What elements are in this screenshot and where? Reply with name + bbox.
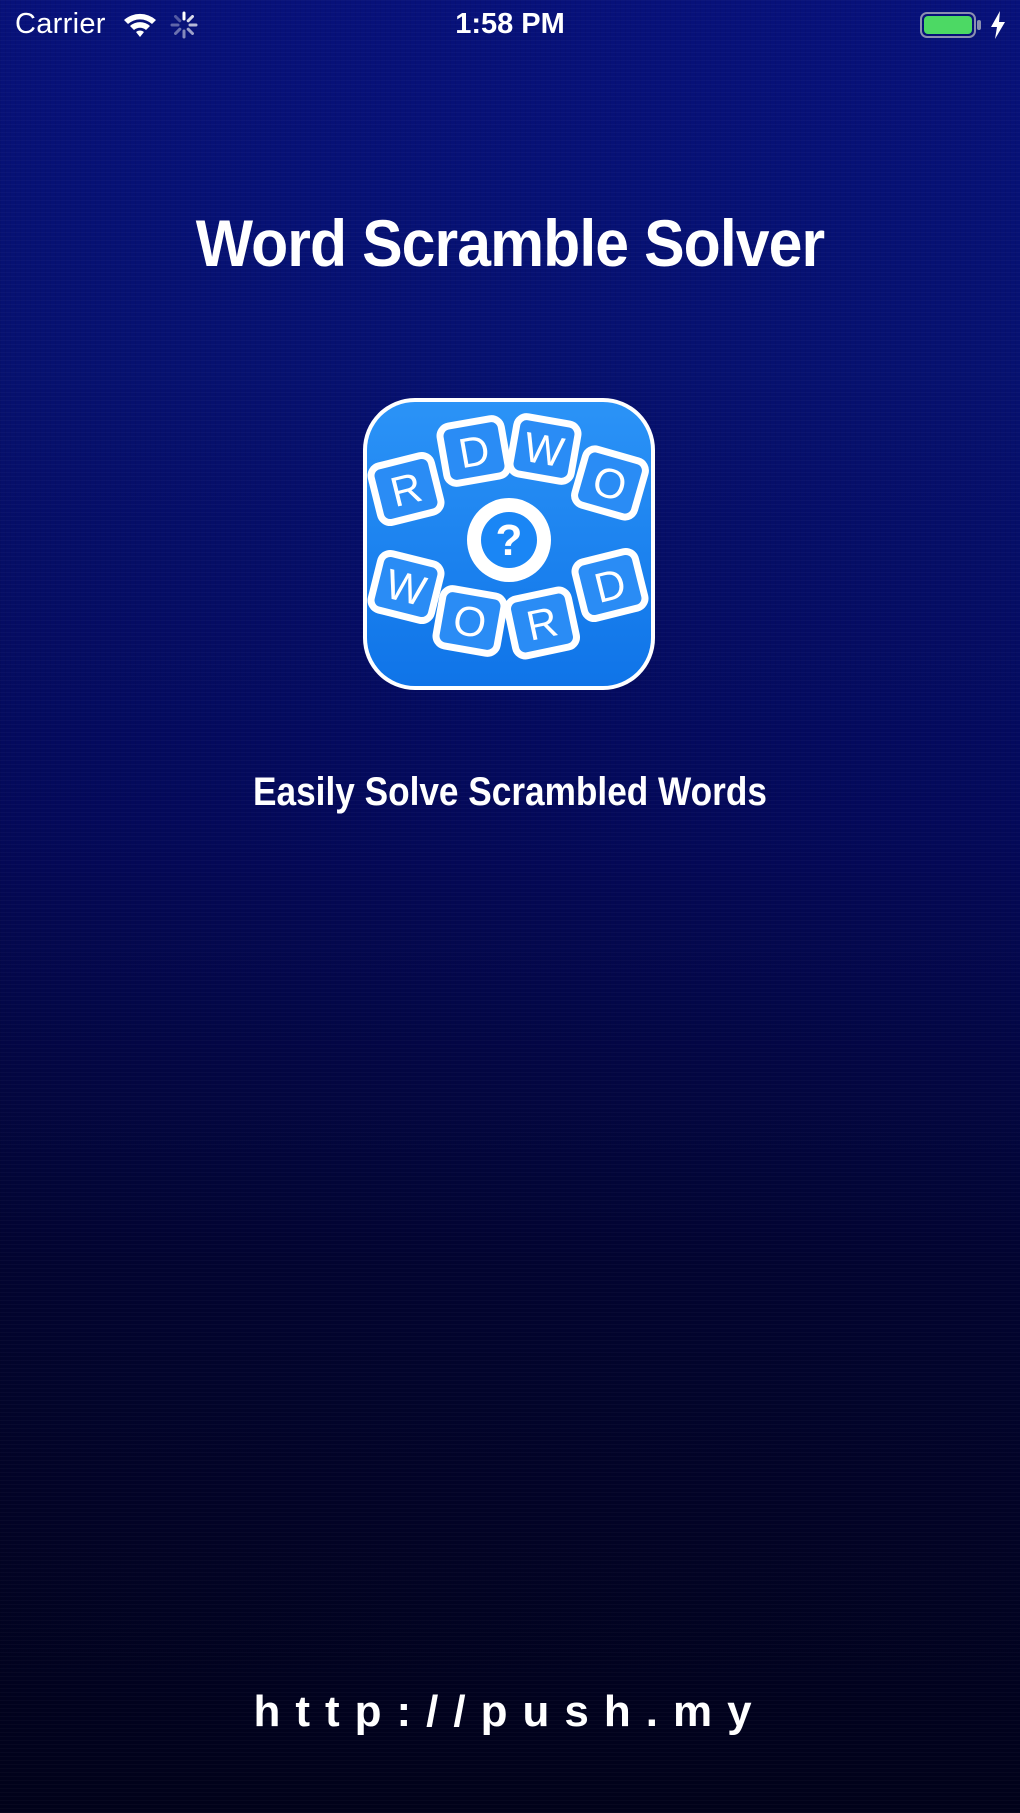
status-time: 1:58 PM [455,8,565,40]
battery-full-icon [920,12,981,38]
app-title: Word Scramble Solver [195,206,825,280]
tagline: Easily Solve Scrambled Words [253,770,767,814]
tile-letter: W [520,423,568,476]
question-mark: ? [496,516,523,565]
charging-bolt-icon [991,11,1005,39]
website-link[interactable]: http://push.my [0,1687,1020,1737]
status-bar: Carrier 1:58 PM [0,0,1020,52]
word-scramble-app-icon: R D W O W O R D ? [363,398,655,690]
